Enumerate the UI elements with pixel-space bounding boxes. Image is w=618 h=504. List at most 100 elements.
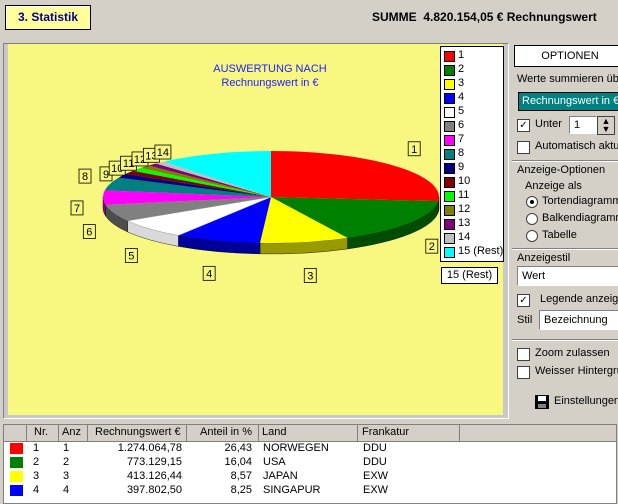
table-row[interactable]: 2 2 773.129,15 16,04 USA DDU [4,456,616,469]
statistik-title: 3. Statistik [5,5,91,30]
radio-tabelle[interactable] [526,230,538,242]
legend-label: 10 [458,175,471,187]
balkendiagramm-label: Balkendiagramm [542,212,618,224]
pie-label: 4 [206,268,212,280]
cell-anteil: 16,04 [224,456,252,468]
cell-anz: 4 [63,484,70,496]
pie-label: 7 [74,203,80,215]
chart-legend: 1 2 3 4 5 6 7 8 9 10 11 12 13 14 15 (Rest) [440,46,504,262]
unter-label: Unter [535,118,562,130]
cell-wert: 413.126,44 [126,470,182,482]
pie-label: 8 [82,171,88,183]
cell-nr: 2 [33,456,40,468]
table-row[interactable]: 3 3 413.126,44 8,57 JAPAN EXW [4,470,616,483]
stil-select[interactable]: Bezeichnung [539,310,618,330]
table-row[interactable]: 4 4 397.802,50 8,25 SINGAPUR EXW [4,484,616,497]
rest-label-box: 15 (Rest) [441,267,498,284]
cell-anteil: 8,25 [230,484,252,496]
zoom-checkbox[interactable] [517,348,530,361]
auto-update-checkbox[interactable] [517,141,530,154]
legend-label: 14 [458,231,471,243]
weisser-hintergrund-label: Weisser Hintergrund [535,365,618,377]
pie-label: 6 [86,227,92,239]
pie-label: 3 [307,271,313,283]
pie-label: 2 [429,241,435,253]
anzeigestil-select[interactable]: Wert [517,266,618,286]
cell-frankatur: DDU [363,442,387,454]
legend-label: 5 [458,105,465,117]
data-table: Nr. Anz Rechnungswert € Anteil in % Land… [3,424,617,504]
pie-label: 5 [128,251,134,263]
cell-anz: 3 [63,470,70,482]
anzeige-optionen-label: Anzeige-Optionen [517,164,606,176]
row-color-swatch [10,485,23,496]
anzeige-als-label: Anzeige als [525,180,582,192]
pie-label: 1 [411,144,417,156]
legend-label: 6 [458,119,465,131]
cell-land: USA [263,456,286,468]
summe-value: 4.820.154,05 € Rechnungswert [423,10,597,24]
col-header-frankatur[interactable]: Frankatur [362,426,409,438]
cell-frankatur: EXW [363,470,389,482]
row-color-swatch [10,457,23,468]
legend-swatch [444,121,455,132]
legend-swatch [444,247,455,258]
col-header-rechnungswert[interactable]: Rechnungswert € [95,426,181,438]
cell-nr: 3 [33,470,40,482]
legende-checkbox[interactable]: ✓ [517,294,530,307]
optionen-button[interactable]: OPTIONEN [514,45,618,67]
col-header-land[interactable]: Land [262,426,286,438]
cell-anz: 2 [63,456,70,468]
radio-balkendiagramm[interactable] [526,213,538,225]
divider [512,248,618,250]
col-header-anz[interactable]: Anz [62,426,81,438]
legend-swatch [444,205,455,216]
legend-label: 8 [458,147,465,159]
pie-slice-1[interactable] [271,151,439,202]
einstellungen-button[interactable]: Einstellungen [528,391,618,413]
tabelle-label: Tabelle [542,229,577,241]
stil-label: Stil [517,314,533,326]
chart-subtitle: Rechnungswert in € [221,77,318,89]
radio-tortendiagramm[interactable] [526,196,538,208]
table-row[interactable]: 1 1 1.274.064,78 26,43 NORWEGEN DDU [4,442,616,455]
anzeigestil-label: Anzeigestil [517,252,571,264]
tortendiagramm-label: Tortendiagramm [542,195,618,207]
unter-spinner[interactable]: ▲ ▼ [597,116,615,135]
legend-label: 13 [458,217,471,229]
options-panel: OPTIONEN Werte summieren über Rechnungsw… [510,43,618,421]
cell-land: JAPAN [263,470,298,482]
legend-swatch [444,93,455,104]
legende-label: Legende anzeigen [540,293,618,305]
summe-display: SUMME 4.820.154,05 € Rechnungswert [372,10,597,24]
zoom-label: Zoom zulassen [535,347,610,359]
legend-label: 12 [458,203,471,215]
legend-swatch [444,51,455,62]
pie-label: 9 [103,169,109,181]
unter-input[interactable]: 1 [569,116,597,134]
legend-swatch [444,177,455,188]
legend-swatch [444,65,455,76]
unter-checkbox[interactable]: ✓ [517,119,530,132]
col-header-nr[interactable]: Nr. [34,426,48,438]
legend-swatch [444,107,455,118]
werte-select[interactable]: Rechnungswert in € [518,92,618,111]
col-header-anteil[interactable]: Anteil in % [200,426,252,438]
legend-swatch [444,135,455,146]
divider [512,160,618,162]
auto-update-label: Automatisch aktualisieren [535,140,618,152]
einstellungen-label: Einstellungen [554,395,618,407]
weisser-hintergrund-checkbox[interactable] [517,366,530,379]
legend-swatch [444,163,455,174]
legend-swatch [444,149,455,160]
save-icon [535,395,549,409]
chart-title: AUSWERTUNG NACH [213,63,327,75]
cell-land: NORWEGEN [263,442,329,454]
werte-summieren-label: Werte summieren über [517,73,618,85]
summe-label: SUMME [372,10,417,24]
legend-label: 11 [458,189,470,201]
legend-label: 3 [458,77,465,89]
legend-label: 2 [458,63,465,75]
cell-wert: 397.802,50 [126,484,182,496]
legend-label: 1 [458,49,465,61]
